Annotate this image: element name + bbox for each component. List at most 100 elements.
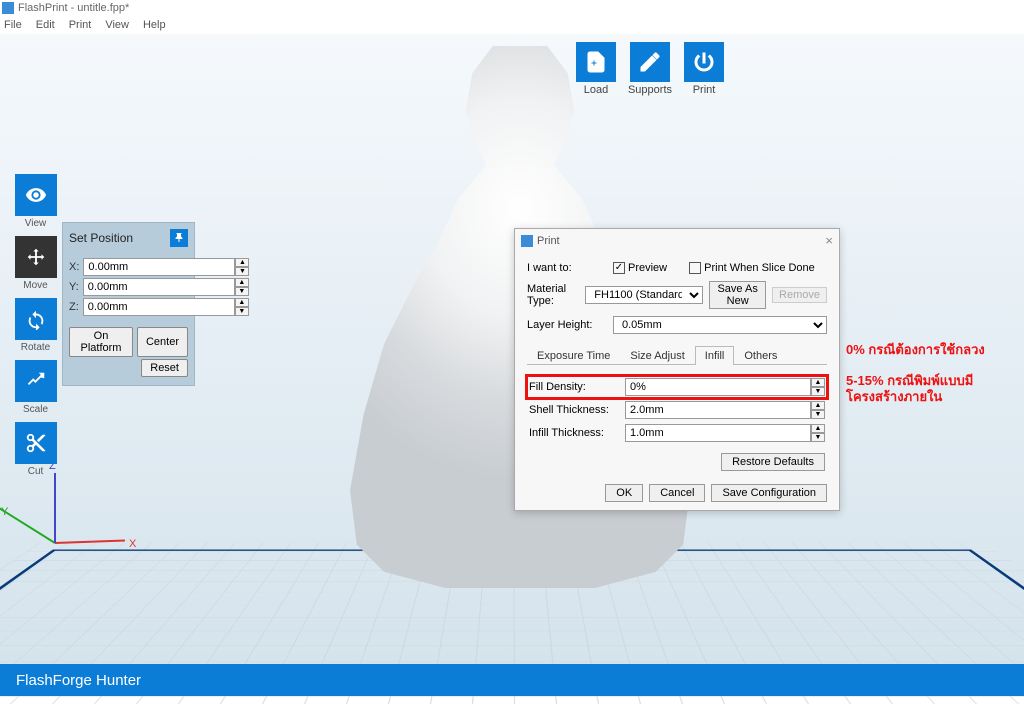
menu-view[interactable]: View [105, 19, 129, 31]
rotate-tool[interactable] [15, 298, 57, 340]
tab-others[interactable]: Others [734, 346, 787, 365]
pencil-icon [638, 50, 662, 74]
axis-y-label: Y [1, 506, 8, 518]
cancel-button[interactable]: Cancel [649, 484, 705, 502]
material-type-select[interactable]: FH1100 (Standard) [585, 286, 703, 304]
fill-density-up[interactable]: ▲ [811, 378, 825, 387]
infill-thickness-input[interactable] [625, 424, 811, 442]
set-position-title: Set Position [69, 231, 133, 245]
infill-thickness-down[interactable]: ▼ [811, 433, 825, 442]
ok-button[interactable]: OK [605, 484, 643, 502]
pos-y-up[interactable]: ▲ [235, 278, 249, 287]
tab-exposure-time[interactable]: Exposure Time [527, 346, 620, 365]
shell-thickness-row: Shell Thickness: ▲▼ [529, 401, 825, 419]
pos-y-input[interactable] [83, 278, 235, 296]
axis-z-line [54, 473, 56, 543]
restore-defaults-button[interactable]: Restore Defaults [721, 453, 825, 471]
shell-thickness-input[interactable] [625, 401, 811, 419]
dialog-titlebar[interactable]: Print × [515, 229, 839, 252]
dialog-app-icon [521, 235, 533, 247]
top-action-bar: Load Supports Print [576, 42, 724, 96]
scale-tool-label: Scale [23, 404, 48, 415]
annotation-zero-percent: 0% กรณีต้องการใช้กลวง [846, 339, 985, 360]
layer-height-select[interactable]: 0.05mm [613, 316, 827, 334]
status-bar: FlashForge Hunter [0, 664, 1024, 696]
pos-x-input[interactable] [83, 258, 235, 276]
y-label: Y: [69, 281, 79, 293]
pos-z-down[interactable]: ▼ [235, 307, 249, 316]
rotate-tool-label: Rotate [21, 342, 50, 353]
print-dialog: Print × I want to: ✓ Preview Print When … [514, 228, 840, 511]
layer-height-label: Layer Height: [527, 319, 607, 331]
fill-density-down[interactable]: ▼ [811, 387, 825, 396]
print-label: Print [693, 84, 716, 96]
infill-thickness-row: Infill Thickness: ▲▼ [529, 424, 825, 442]
shell-thickness-up[interactable]: ▲ [811, 401, 825, 410]
move-tool-label: Move [23, 280, 47, 291]
i-want-to-label: I want to: [527, 262, 607, 274]
menu-edit[interactable]: Edit [36, 19, 55, 31]
infill-thickness-label: Infill Thickness: [529, 427, 619, 439]
move-icon [25, 246, 47, 268]
load-button[interactable]: Load [576, 42, 616, 96]
fill-density-input[interactable] [625, 378, 811, 396]
power-icon [692, 50, 716, 74]
menu-bar: File Edit Print View Help [0, 16, 1024, 34]
preview-checkbox[interactable]: ✓ Preview [613, 262, 667, 274]
supports-button[interactable]: Supports [628, 42, 672, 96]
shell-thickness-label: Shell Thickness: [529, 404, 619, 416]
eye-icon [25, 184, 47, 206]
fill-density-label: Fill Density: [529, 381, 619, 393]
scale-tool[interactable] [15, 360, 57, 402]
checkbox-checked-icon: ✓ [613, 262, 625, 274]
checkbox-empty-icon [689, 262, 701, 274]
set-position-panel: Set Position X: ▲▼ Y: ▲▼ Z: ▲▼ On Platfo… [62, 222, 195, 386]
annotation-five-fifteen-percent: 5-15% กรณีพิมพ์แบบมีโครงสร้างภายใน [846, 373, 1024, 404]
view-tool-label: View [25, 218, 47, 229]
save-as-new-button[interactable]: Save As New [709, 281, 766, 309]
supports-label: Supports [628, 84, 672, 96]
shell-thickness-down[interactable]: ▼ [811, 410, 825, 419]
on-platform-button[interactable]: On Platform [69, 327, 133, 357]
pos-y-down[interactable]: ▼ [235, 287, 249, 296]
view-tool[interactable] [15, 174, 57, 216]
menu-file[interactable]: File [4, 19, 22, 31]
material-type-label: Material Type: [527, 283, 579, 307]
reset-button[interactable]: Reset [141, 359, 188, 377]
cut-tool[interactable] [15, 422, 57, 464]
cut-tool-label: Cut [28, 466, 44, 477]
pos-z-up[interactable]: ▲ [235, 298, 249, 307]
tab-size-adjust[interactable]: Size Adjust [620, 346, 694, 365]
move-tool[interactable] [15, 236, 57, 278]
dialog-close-button[interactable]: × [825, 233, 833, 248]
pos-x-down[interactable]: ▼ [235, 267, 249, 276]
axis-x-label: X [129, 538, 136, 550]
scale-icon [25, 370, 47, 392]
cut-icon [25, 432, 47, 454]
print-button[interactable]: Print [684, 42, 724, 96]
tab-infill[interactable]: Infill [695, 346, 735, 365]
axis-x-line [55, 540, 125, 544]
print-when-done-checkbox[interactable]: Print When Slice Done [689, 262, 815, 274]
dialog-title-text: Print [537, 235, 560, 247]
titlebar: FlashPrint - untitle.fpp* [0, 0, 1024, 16]
fill-density-row: Fill Density: ▲▼ [529, 378, 825, 396]
menu-help[interactable]: Help [143, 19, 166, 31]
infill-thickness-up[interactable]: ▲ [811, 424, 825, 433]
pos-x-up[interactable]: ▲ [235, 258, 249, 267]
remove-button[interactable]: Remove [772, 287, 827, 303]
pin-panel-button[interactable] [170, 229, 188, 247]
load-label: Load [584, 84, 608, 96]
save-configuration-button[interactable]: Save Configuration [711, 484, 827, 502]
x-label: X: [69, 261, 79, 273]
preview-label: Preview [628, 262, 667, 274]
app-logo-icon [2, 2, 14, 14]
z-label: Z: [69, 301, 79, 313]
menu-print[interactable]: Print [69, 19, 92, 31]
pin-icon [173, 232, 185, 244]
center-button[interactable]: Center [137, 327, 188, 357]
dialog-tabs: Exposure Time Size Adjust Infill Others [527, 345, 827, 365]
pos-z-input[interactable] [83, 298, 235, 316]
print-when-done-label: Print When Slice Done [704, 262, 815, 274]
left-toolbar: View Move Rotate Scale Cut [14, 174, 57, 483]
